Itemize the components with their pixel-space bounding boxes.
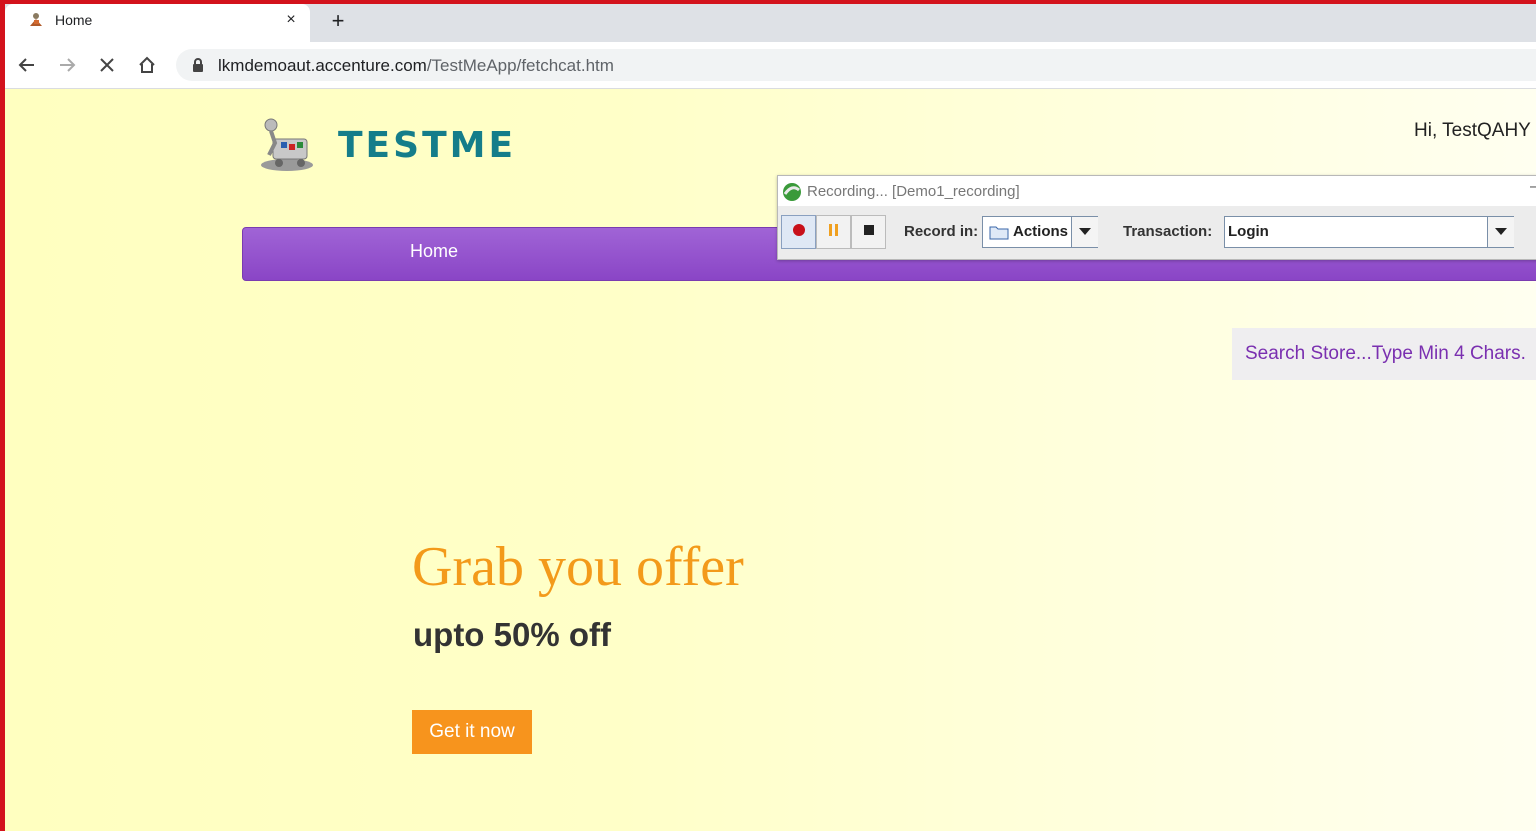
record-icon — [792, 223, 806, 242]
transaction-value: Login — [1228, 223, 1269, 240]
nav-item-home[interactable]: Home — [410, 241, 458, 262]
pause-button[interactable] — [816, 215, 851, 249]
logo-text[interactable]: TESTME — [338, 125, 516, 166]
user-greeting: Hi, TestQAHY — [1414, 120, 1531, 141]
offer-subtitle: upto 50% off — [413, 616, 611, 653]
testme-logo-icon[interactable] — [255, 117, 317, 178]
browser-tab-home[interactable]: Home × — [5, 4, 310, 42]
url-host: lkmdemoaut.accenture.com — [218, 56, 427, 75]
offer-title: Grab you offer — [412, 536, 744, 598]
record-in-select[interactable]: Actions — [982, 216, 1098, 248]
transaction-select[interactable]: Login — [1224, 216, 1514, 248]
stop-icon — [863, 223, 875, 241]
stop-loading-icon[interactable] — [94, 52, 120, 78]
tab-strip: Home × + — [0, 4, 1536, 42]
record-in-label: Record in: — [904, 223, 979, 240]
forward-arrow-icon[interactable] — [54, 52, 80, 78]
stop-button[interactable] — [851, 215, 886, 249]
search-input[interactable]: Search Store...Type Min 4 Chars. — [1232, 328, 1536, 380]
transaction-label: Transaction: — [1123, 223, 1213, 240]
search-placeholder: Search Store...Type Min 4 Chars. — [1245, 343, 1526, 364]
chevron-down-icon[interactable] — [1487, 217, 1514, 247]
back-arrow-icon[interactable] — [14, 52, 40, 78]
recording-title: Recording... [Demo1_recording] — [807, 183, 1020, 200]
recording-toolbar: Recording... [Demo1_recording] – Record … — [777, 175, 1536, 260]
minimize-icon[interactable]: – — [1530, 178, 1536, 196]
new-tab-icon[interactable]: + — [326, 9, 350, 33]
record-button[interactable] — [781, 215, 816, 249]
url-text: lkmdemoaut.accenture.com/TestMeApp/fetch… — [218, 56, 614, 76]
recorder-app-icon — [782, 182, 802, 207]
folder-icon — [989, 224, 1009, 245]
home-icon[interactable] — [134, 52, 160, 78]
window-border-left — [0, 0, 5, 831]
tab-title: Home — [55, 12, 93, 28]
pause-icon — [828, 223, 840, 242]
url-path: /TestMeApp/fetchcat.htm — [426, 56, 614, 75]
recording-controls: Record in: Actions Transaction: Login — [778, 209, 1536, 259]
recording-titlebar[interactable]: Recording... [Demo1_recording] – — [778, 176, 1536, 206]
lock-icon[interactable] — [192, 58, 204, 77]
browser-toolbar: lkmdemoaut.accenture.com/TestMeApp/fetch… — [0, 42, 1536, 89]
record-in-value: Actions — [1013, 223, 1069, 240]
close-tab-icon[interactable]: × — [281, 10, 301, 30]
site-favicon-icon — [27, 11, 45, 29]
address-bar[interactable]: lkmdemoaut.accenture.com/TestMeApp/fetch… — [176, 49, 1536, 81]
chevron-down-icon[interactable] — [1071, 217, 1098, 247]
get-it-now-button[interactable]: Get it now — [412, 710, 532, 754]
